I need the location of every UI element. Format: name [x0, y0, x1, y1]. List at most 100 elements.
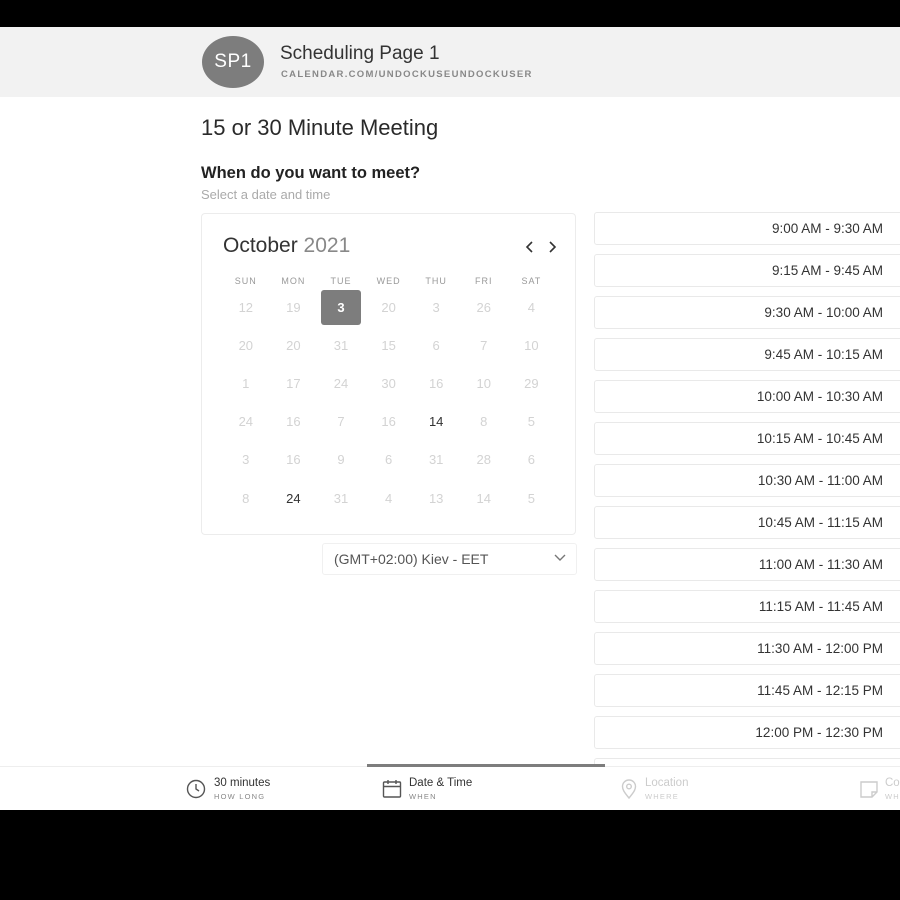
date-question-heading: When do you want to meet? — [201, 164, 421, 182]
calendar-day-disabled: 16 — [270, 403, 318, 441]
calendar-day-label: 20 — [238, 337, 254, 353]
scheduling-screen: SP1 Scheduling Page 1 CALENDAR.COM/UNDOC… — [0, 27, 900, 810]
time-slot-label: 10:45 AM - 11:15 AM — [757, 515, 883, 530]
step-label: Location — [645, 777, 689, 789]
calendar-day-label: 8 — [242, 490, 250, 506]
calendar-icon — [382, 780, 402, 798]
calendar-day-label: 3 — [320, 289, 361, 325]
step-label: Co — [885, 777, 900, 789]
previous-month-button[interactable] — [521, 234, 539, 260]
calendar-day-label: 16 — [286, 452, 301, 468]
time-slot-label: 11:45 AM - 12:15 PM — [757, 683, 883, 698]
date-hint-text: Select a date and time — [201, 187, 331, 202]
step-label: 30 minutes — [214, 777, 271, 789]
weekday-label: SUN — [234, 276, 257, 286]
time-slot-label: 11:15 AM - 11:45 AM — [758, 599, 883, 614]
time-slot-button[interactable]: 10:15 AM - 10:45 AM — [594, 422, 900, 455]
calendar-day-disabled: 7 — [317, 403, 365, 441]
calendar-day-label: 15 — [381, 337, 396, 353]
calendar-day-label: 7 — [480, 337, 488, 353]
time-slot-label: 10:00 AM - 10:30 AM — [756, 389, 883, 404]
calendar-day-label: 24 — [238, 414, 254, 430]
calendar-day-disabled: 16 — [365, 403, 413, 441]
calendar-day-label: 10 — [476, 375, 491, 391]
note-icon — [860, 781, 878, 798]
time-slot-button[interactable]: 9:00 AM - 9:30 AM — [594, 212, 900, 245]
calendar-day-disabled: 4 — [508, 288, 556, 326]
calendar-day-label: 28 — [476, 452, 491, 468]
time-slot-button[interactable]: 10:00 AM - 10:30 AM — [594, 380, 900, 413]
calendar-day-available[interactable]: 24 — [270, 479, 318, 517]
time-slot-label: 9:00 AM - 9:30 AM — [771, 221, 883, 236]
calendar-day-disabled: 10 — [460, 364, 508, 402]
time-slot-button[interactable]: 10:30 AM - 11:00 AM — [594, 464, 900, 497]
calendar-day-label: 20 — [381, 299, 396, 315]
step-sublabel: WHEN — [409, 792, 437, 801]
time-slot-button[interactable]: 11:30 AM - 12:00 PM — [594, 632, 900, 665]
calendar-day-label: 31 — [333, 490, 349, 506]
meeting-title: 15 or 30 Minute Meeting — [201, 115, 439, 140]
calendar-day-disabled: 4 — [365, 479, 413, 517]
calendar-day-label: 9 — [337, 452, 345, 468]
calendar-day-label: 12 — [238, 299, 254, 315]
calendar-day-disabled: 6 — [508, 441, 556, 479]
time-slot-button[interactable]: 9:30 AM - 10:00 AM — [594, 296, 900, 329]
calendar-day-label: 3 — [242, 452, 250, 468]
time-slot-button[interactable]: 11:15 AM - 11:45 AM — [594, 590, 900, 623]
calendar-day-label: 5 — [527, 490, 535, 506]
timezone-select[interactable]: (GMT+02:00) Kiev - EET — [322, 543, 577, 575]
calendar-day-disabled: 5 — [508, 403, 556, 441]
calendar-day-disabled: 31 — [412, 441, 460, 479]
calendar-day-selected[interactable]: 3 — [317, 288, 365, 326]
calendar-day-disabled: 31 — [317, 326, 365, 364]
weekday-label: TUE — [330, 276, 352, 286]
clock-icon — [186, 779, 206, 799]
calendar-day-disabled: 31 — [317, 479, 365, 517]
calendar-day-disabled: 9 — [317, 441, 365, 479]
calendar-month-title: October 2021 — [223, 234, 350, 258]
weekday-label: THU — [425, 276, 447, 286]
time-slot-button[interactable]: 12:00 PM - 12:30 PM — [594, 716, 900, 749]
time-slot-button[interactable]: 11:00 AM - 11:30 AM — [594, 548, 900, 581]
calendar-day-disabled: 16 — [270, 441, 318, 479]
calendar-month: October — [223, 234, 298, 257]
step-sublabel: WHERE — [645, 792, 679, 801]
calendar-day-label: 26 — [476, 299, 491, 315]
calendar-year: 2021 — [303, 234, 351, 257]
calendar-day-disabled: 24 — [222, 403, 270, 441]
calendar-day-disabled: 16 — [412, 364, 460, 402]
step-sublabel: HOW LONG — [214, 792, 266, 801]
calendar-day-available[interactable]: 14 — [412, 403, 460, 441]
calendar-day-disabled: 28 — [460, 441, 508, 479]
scheduling-page-name: Scheduling Page 1 — [280, 43, 440, 64]
next-month-button[interactable] — [543, 234, 561, 260]
time-slot-label: 12:00 PM - 12:30 PM — [755, 725, 883, 740]
time-slot-button[interactable]: 9:45 AM - 10:15 AM — [594, 338, 900, 371]
calendar-day-label: 13 — [428, 490, 444, 506]
time-slot-button[interactable]: 10:45 AM - 11:15 AM — [594, 506, 900, 539]
chevron-down-icon — [554, 554, 566, 561]
time-slot-button[interactable]: 11:45 AM - 12:15 PM — [594, 674, 900, 707]
calendar-day-label: 16 — [381, 414, 396, 430]
time-slot-label: 11:30 AM - 12:00 PM — [757, 641, 883, 656]
time-slot-label: 9:15 AM - 9:45 AM — [771, 263, 883, 278]
time-slot-label: 10:30 AM - 11:00 AM — [757, 473, 883, 488]
calendar-day-label: 10 — [524, 337, 539, 353]
time-slot-label: 9:30 AM - 10:00 AM — [764, 305, 883, 320]
weekday-label: FRI — [475, 276, 493, 286]
calendar-day-disabled: 1 — [222, 364, 270, 402]
calendar-day-label: 16 — [428, 375, 444, 391]
chevron-left-icon — [525, 241, 533, 253]
step-sublabel: WH — [885, 792, 900, 801]
calendar-day-label: 4 — [384, 490, 393, 506]
time-slot-list: 9:00 AM - 9:30 AM 9:15 AM - 9:45 AM 9:30 A… — [594, 212, 900, 800]
time-slot-label: 10:15 AM - 10:45 AM — [756, 431, 883, 446]
timezone-value: (GMT+02:00) Kiev - EET — [334, 551, 489, 567]
weekday-label: SAT — [521, 276, 542, 286]
calendar-day-label: 8 — [480, 414, 488, 430]
time-slot-label: 9:45 AM - 10:15 AM — [764, 347, 883, 362]
time-slot-button[interactable]: 9:15 AM - 9:45 AM — [594, 254, 900, 287]
scheduling-page-url[interactable]: CALENDAR.COM/UNDOCKUSEUNDOCKUSER — [281, 69, 533, 80]
calendar-day-disabled: 30 — [365, 364, 413, 402]
calendar-day-disabled: 29 — [508, 364, 556, 402]
